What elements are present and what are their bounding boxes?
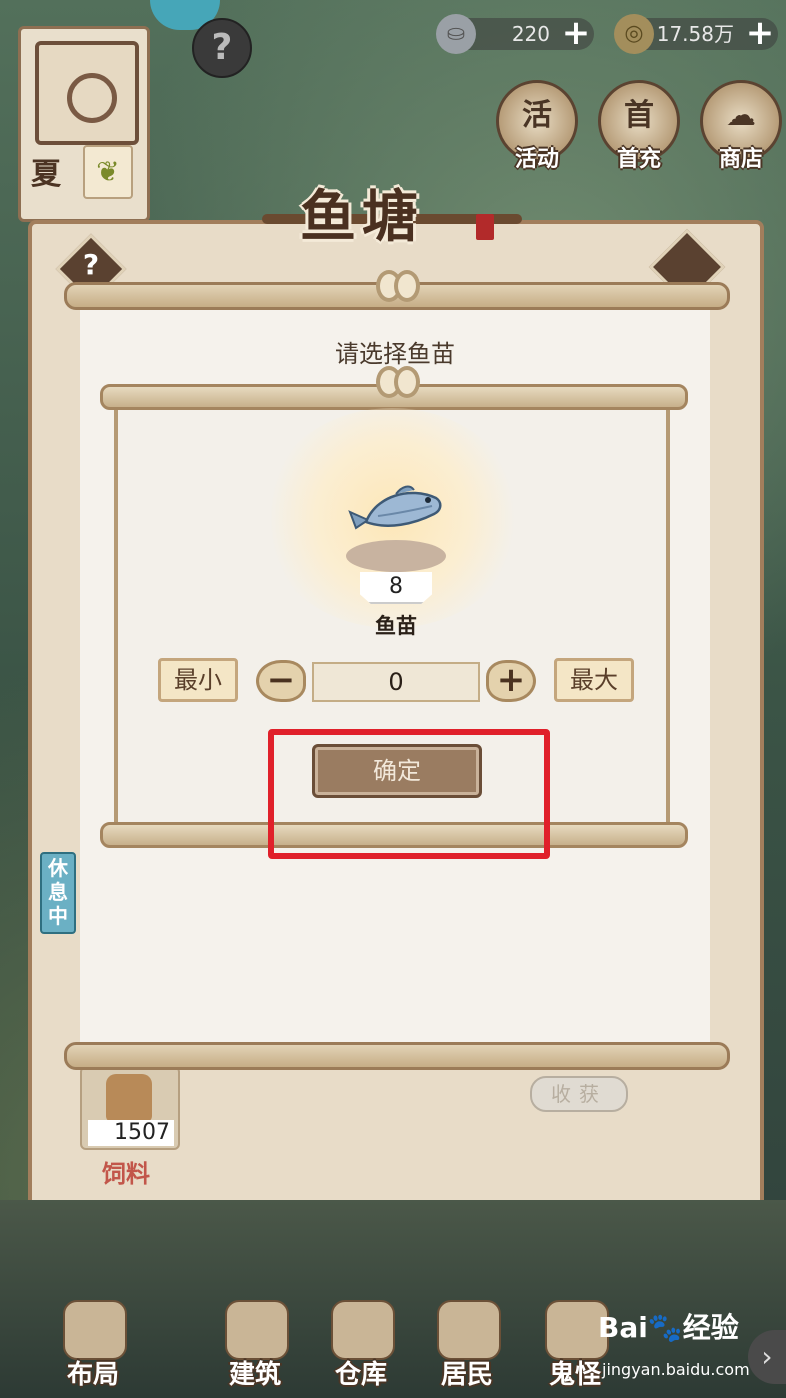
status-badge: 休息中 [40,852,76,934]
weather-box [35,41,139,145]
nav-label: 建筑 [228,1360,281,1390]
min-button[interactable]: 最小 [158,658,238,702]
add-silver-button[interactable]: + [558,16,594,52]
coin-value: 17.58万 [656,22,734,46]
shop-icon: ☁ [726,98,756,133]
money-bag-icon: 首 [624,98,654,133]
fish-icon[interactable] [348,476,448,546]
coin-resource: ◎ 17.58万 + [614,14,778,54]
seal-stamp [476,214,494,240]
warehouse-icon [331,1300,395,1360]
first-recharge-label: 首充 [616,147,661,172]
silver-ingot-icon: ⛀ [436,14,476,54]
first-recharge-button[interactable]: 首 首充 [598,80,680,172]
knot-icon [376,366,420,402]
pond-title: 鱼塘 [300,184,424,250]
knot-icon [376,270,420,306]
activity-label: 活动 [514,147,559,172]
feed-bag-icon [106,1074,152,1122]
shop-label: 商店 [718,147,763,172]
activity-icon: 活 [522,98,552,133]
max-button[interactable]: 最大 [554,658,634,702]
nav-label: 居民 [440,1360,493,1390]
activity-button[interactable]: 活 活动 [496,80,578,172]
nav-label: 布局 [66,1360,119,1390]
nav-label: 仓库 [334,1360,387,1390]
item-count: 8 [360,572,432,604]
decrease-button[interactable]: − [256,660,306,702]
feed-count: 1507 [88,1120,174,1146]
increase-button[interactable]: + [486,660,536,702]
season-panel[interactable]: 夏 ❦ [18,26,150,222]
leaf-icon: ❦ [83,145,133,199]
item-name: 鱼苗 [375,614,417,638]
layout-icon [63,1300,127,1360]
harvest-button[interactable]: 收获 [530,1076,628,1112]
highlight-box [268,729,550,859]
dialog-title: 请选择鱼苗 [335,340,455,368]
sun-icon [67,73,117,123]
quantity-field[interactable]: 0 [312,662,480,702]
shop-button[interactable]: ☁ 商店 [700,80,782,172]
watermark-brand: Bai🐾经验 [598,1311,739,1344]
season-label: 夏 [31,157,61,192]
silver-resource: ⛀ 220 + [436,14,594,54]
silver-value: 220 [511,22,550,46]
scroll-rod-bottom [64,1042,730,1070]
add-coin-button[interactable]: + [742,16,778,52]
building-icon [225,1300,289,1360]
feed-label: 饲料 [102,1160,150,1188]
nav-residents[interactable]: 居民 [412,1300,522,1390]
watermark-url: jingyan.baidu.com [602,1360,750,1379]
nav-building[interactable]: 建筑 [200,1300,310,1390]
nav-layout[interactable]: 布局 [38,1300,148,1390]
copper-coin-icon: ◎ [614,14,654,54]
nav-warehouse[interactable]: 仓库 [306,1300,416,1390]
help-button[interactable]: ? [192,18,252,78]
residents-icon [437,1300,501,1360]
